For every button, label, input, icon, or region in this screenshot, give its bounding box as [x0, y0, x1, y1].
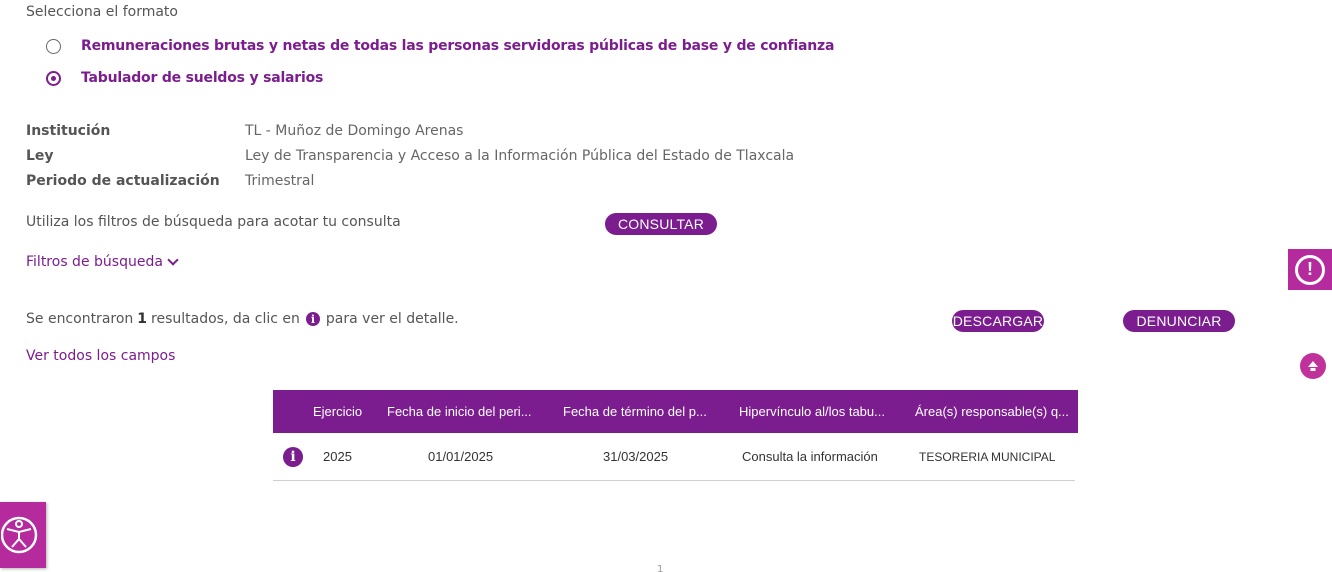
- scroll-to-top-button[interactable]: [1300, 353, 1326, 379]
- institucion-value: TL - Muñoz de Domingo Arenas: [245, 123, 464, 139]
- descargar-button[interactable]: DESCARGAR: [952, 310, 1044, 332]
- column-header[interactable]: Ejercicio: [313, 404, 387, 419]
- column-header[interactable]: Fecha de término del p...: [563, 404, 739, 419]
- radio-empty-icon[interactable]: [46, 38, 61, 54]
- results-summary: Se encontraron 1 resultados, da clic en …: [26, 311, 459, 327]
- report-alert-button[interactable]: !: [1288, 249, 1332, 290]
- accessibility-button[interactable]: [0, 502, 46, 568]
- chevron-down-icon[interactable]: [167, 254, 179, 266]
- results-count: 1: [137, 311, 148, 327]
- cell-fecha-termino: 31/03/2025: [603, 449, 669, 464]
- cell-area: TESORERIA MUNICIPAL: [919, 449, 1056, 464]
- format-option-tabulador[interactable]: Tabulador de sueldos y salarios: [46, 69, 323, 87]
- results-middle: resultados, da clic en: [151, 311, 300, 327]
- format-option-label[interactable]: Remuneraciones brutas y netas de todas l…: [81, 38, 834, 54]
- format-option-remuneraciones[interactable]: Remuneraciones brutas y netas de todas l…: [46, 37, 834, 55]
- periodo-label: Periodo de actualización: [26, 173, 220, 189]
- cell-ejercicio: 2025: [323, 449, 352, 464]
- results-table: Ejercicio Fecha de inicio del peri... Fe…: [273, 390, 1078, 481]
- radio-checked-icon[interactable]: [46, 70, 61, 86]
- results-suffix: para ver el detalle.: [325, 311, 459, 327]
- ver-todos-campos-link[interactable]: Ver todos los campos: [26, 348, 175, 364]
- column-header[interactable]: Fecha de inicio del peri...: [387, 404, 563, 419]
- search-filters-toggle[interactable]: Filtros de búsqueda: [26, 254, 179, 270]
- table-row: i 2025 01/01/2025 31/03/2025 Consulta la…: [273, 433, 1075, 481]
- pager-hint: 1: [657, 564, 664, 572]
- periodo-value: Trimestral: [245, 173, 315, 189]
- ley-value: Ley de Transparencia y Acceso a la Infor…: [245, 148, 795, 164]
- table-header: Ejercicio Fecha de inicio del peri... Fe…: [273, 390, 1078, 433]
- search-hint: Utiliza los filtros de búsqueda para aco…: [26, 214, 401, 230]
- cell-hipervinculo-link[interactable]: Consulta la información: [739, 449, 915, 464]
- search-filters-label[interactable]: Filtros de búsqueda: [26, 254, 163, 270]
- info-icon: i: [305, 312, 320, 326]
- column-header[interactable]: Área(s) responsable(s) q...: [915, 404, 1077, 419]
- column-header[interactable]: Hipervínculo al/los tabu...: [739, 404, 915, 419]
- format-option-label[interactable]: Tabulador de sueldos y salarios: [81, 70, 323, 86]
- accessibility-icon[interactable]: [1, 513, 45, 557]
- results-prefix: Se encontraron: [26, 311, 134, 327]
- consultar-button[interactable]: CONSULTAR: [605, 213, 717, 235]
- format-section-title: Selecciona el formato: [26, 4, 178, 20]
- ley-label: Ley: [26, 148, 54, 164]
- info-icon[interactable]: i: [283, 446, 303, 467]
- scroll-up-icon[interactable]: [1306, 359, 1320, 373]
- institucion-label: Institución: [26, 123, 111, 139]
- denunciar-button[interactable]: DENUNCIAR: [1123, 310, 1235, 332]
- cell-fecha-inicio: 01/01/2025: [428, 449, 494, 464]
- alert-icon[interactable]: !: [1295, 254, 1325, 285]
